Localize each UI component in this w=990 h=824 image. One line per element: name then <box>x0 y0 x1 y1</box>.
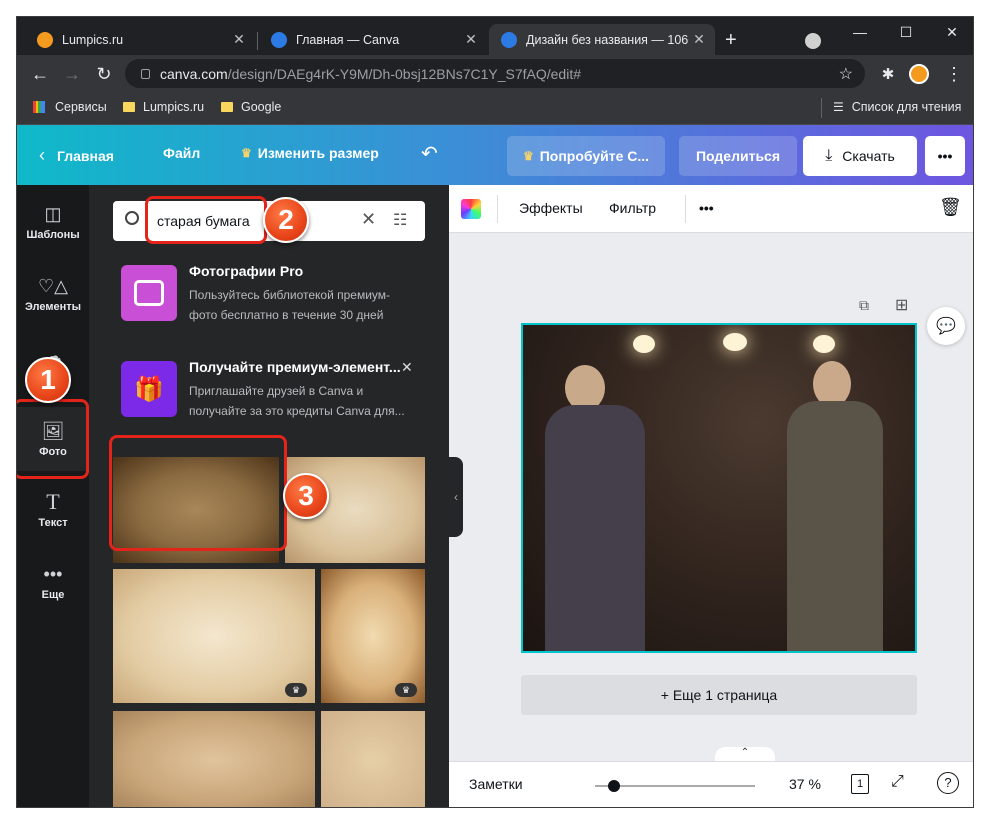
comment-icon[interactable]: 💬 <box>927 307 965 345</box>
filter-button[interactable]: Фильтр <box>609 200 656 216</box>
close-tab-icon[interactable]: ✕ <box>461 31 481 48</box>
crown-icon: ♛ <box>522 149 534 163</box>
canva-header: ‹ Главная Файл ♛ Изменить размер ↶ ♛ Поп… <box>17 125 973 185</box>
duplicate-page-icon[interactable]: ⧉ <box>859 297 869 314</box>
crown-icon: ♛ <box>241 146 252 160</box>
templates-icon: ◫ <box>44 204 62 224</box>
undo-icon[interactable]: ↶ <box>421 141 438 166</box>
sidebar-item-text[interactable]: T Текст <box>17 489 89 530</box>
trash-icon[interactable]: 🗑 <box>939 197 962 218</box>
back-icon[interactable]: ← <box>27 61 53 87</box>
left-sidebar: ◫ Шаблоны ♡△ Элементы ☁ 🖼 Фото T Текст •… <box>17 185 89 807</box>
home-button[interactable]: ‹ Главная <box>39 145 114 166</box>
lumpics-favicon-icon <box>37 31 53 48</box>
sidebar-item-templates[interactable]: ◫ Шаблоны <box>17 203 89 241</box>
chevron-left-icon: ‹ <box>39 145 45 165</box>
zoom-slider-knob[interactable] <box>608 780 621 792</box>
zoom-slider[interactable] <box>595 780 755 792</box>
add-page-icon[interactable]: ⊞ <box>895 295 908 315</box>
maximize-icon[interactable]: ☐ <box>883 17 929 47</box>
photo-thumb-3[interactable]: ♛ <box>113 569 315 703</box>
canva-favicon-icon <box>271 31 287 48</box>
canva-favicon-icon <box>501 31 517 48</box>
sidebar-item-more[interactable]: ••• Еще <box>17 563 89 601</box>
reload-icon[interactable]: ↻ <box>91 61 117 87</box>
promo-card-invite[interactable]: 🎁 Получайте премиум-элемент... ✕ Приглаш… <box>119 359 419 425</box>
apps-grid-icon <box>33 101 45 113</box>
image-icon <box>121 265 177 321</box>
more-icon: ••• <box>43 564 63 584</box>
share-button[interactable]: Поделиться <box>679 136 797 176</box>
forward-icon[interactable]: → <box>59 61 85 87</box>
text-icon: T <box>46 489 60 514</box>
close-window-icon[interactable]: ✕ <box>929 17 973 47</box>
tab-canva-design[interactable]: Дизайн без названия — 1066 ✕ <box>489 24 715 55</box>
folder-icon <box>123 102 135 112</box>
close-promo-icon[interactable]: ✕ <box>401 359 413 376</box>
search-icon <box>125 211 139 225</box>
bookmarks-bar: Сервисы Lumpics.ru Google ☰ Список для ч… <box>17 92 973 125</box>
tab-strip: Lumpics.ru ✕ Главная — Canva ✕ Дизайн бе… <box>17 17 973 55</box>
add-page-button[interactable]: + Еще 1 страница <box>521 675 917 715</box>
address-bar[interactable]: canva.com /design/DAEg4rK-Y9M/Dh-0bsj12B… <box>125 59 865 88</box>
bookmark-lumpics[interactable]: Lumpics.ru <box>123 100 204 114</box>
bookmark-star-icon[interactable]: ☆ <box>839 64 853 84</box>
tab-lumpics[interactable]: Lumpics.ru ✕ <box>25 24 255 55</box>
chevron-up-icon[interactable]: ⌃ <box>715 747 775 761</box>
download-button[interactable]: ⤓ Скачать <box>803 136 917 176</box>
filter-icon[interactable]: ☷ <box>393 210 407 230</box>
photo-thumb-5[interactable] <box>113 711 315 807</box>
annotation-box-thumbnail <box>109 435 287 551</box>
browser-menu-icon[interactable]: ⋮ <box>941 61 967 87</box>
tab-canva-home[interactable]: Главная — Canva ✕ <box>259 24 487 55</box>
folder-icon <box>221 102 233 112</box>
resize-button[interactable]: ♛ Изменить размер <box>241 145 379 161</box>
page-count[interactable]: 1 <box>851 774 869 794</box>
browser-window: Lumpics.ru ✕ Главная — Canva ✕ Дизайн бе… <box>16 16 974 808</box>
download-icon: ⤓ <box>825 147 833 164</box>
profile-avatar[interactable] <box>909 64 929 84</box>
extensions-icon[interactable]: ✱ <box>875 61 901 87</box>
pro-crown-icon: ♛ <box>285 683 307 697</box>
zoom-level[interactable]: 37 % <box>789 776 821 792</box>
new-tab-button[interactable]: + <box>725 29 737 52</box>
photo-thumb-6[interactable] <box>321 711 425 807</box>
more-tools-button[interactable]: ••• <box>699 200 714 216</box>
effects-button[interactable]: Эффекты <box>519 200 583 216</box>
annotation-badge-3: 3 <box>283 473 329 519</box>
sidebar-item-elements[interactable]: ♡△ Элементы <box>17 275 89 313</box>
promo-card-pro-photos[interactable]: Фотографии Pro Пользуйтесь библиотекой п… <box>119 263 419 329</box>
bookmark-apps[interactable]: Сервисы <box>33 100 107 114</box>
lock-icon <box>141 68 150 79</box>
elements-icon: ♡△ <box>38 276 68 296</box>
gift-icon: 🎁 <box>121 361 177 417</box>
collapse-panel-button[interactable]: ‹ <box>449 457 463 537</box>
reading-list-icon: ☰ <box>833 100 844 114</box>
browser-toolbar: ← → ↻ canva.com /design/DAEg4rK-Y9M/Dh-0… <box>17 55 973 92</box>
more-options-button[interactable]: ••• <box>925 136 965 176</box>
close-tab-icon[interactable]: ✕ <box>689 31 709 48</box>
bottom-bar: Заметки 37 % 1 ⤢ ? <box>449 761 973 807</box>
notes-button[interactable]: Заметки <box>469 776 523 792</box>
help-icon[interactable]: ? <box>937 772 959 794</box>
color-picker-icon[interactable] <box>461 199 481 219</box>
fullscreen-icon[interactable]: ⤢ <box>891 773 904 791</box>
clear-search-icon[interactable]: ✕ <box>361 209 376 230</box>
photo-thumb-4[interactable]: ♛ <box>321 569 425 703</box>
pro-crown-icon: ♛ <box>395 683 417 697</box>
try-pro-button[interactable]: ♛ Попробуйте С... <box>507 136 665 176</box>
bookmark-google[interactable]: Google <box>221 100 281 114</box>
minimize-icon[interactable]: — <box>837 17 883 47</box>
annotation-badge-2: 2 <box>263 197 309 243</box>
annotation-box-search <box>145 196 267 244</box>
design-canvas-photo[interactable] <box>521 323 917 653</box>
close-tab-icon[interactable]: ✕ <box>229 31 249 48</box>
tab-search-icon[interactable] <box>805 33 821 49</box>
context-toolbar: Эффекты Фильтр ••• 🗑 <box>449 185 973 233</box>
file-menu[interactable]: Файл <box>163 145 200 161</box>
editor-area: Эффекты Фильтр ••• 🗑 ⧉ ⊞ 💬 + Еще 1 стран… <box>449 185 973 807</box>
annotation-box-photo-tab <box>17 399 89 479</box>
annotation-badge-1: 1 <box>25 357 71 403</box>
reading-list[interactable]: ☰ Список для чтения <box>833 100 961 114</box>
